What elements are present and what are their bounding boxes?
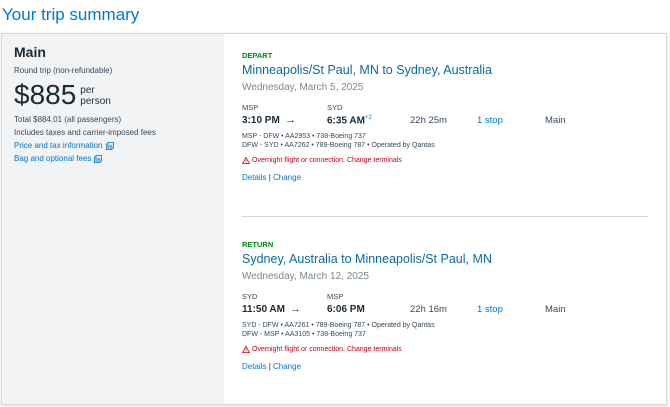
- price-per-person: $885: [14, 79, 77, 110]
- external-link-icon: [105, 141, 114, 150]
- page-title: Your trip summary: [2, 5, 140, 24]
- return-route: Sydney, Australia to Minneapolis/St Paul…: [242, 252, 492, 266]
- separator: |: [268, 362, 271, 371]
- depart-route: Minneapolis/St Paul, MN to Sydney, Austr…: [242, 63, 492, 77]
- segment-info: MSP - DFW • AA2953 • 738-Boeing 737: [242, 133, 366, 140]
- return-airports: SYD MSP: [242, 292, 648, 302]
- flight-actions: Details | Change: [242, 173, 648, 182]
- cabin-class: Main: [545, 115, 566, 126]
- depart-date: Wednesday, March 5, 2025: [242, 82, 364, 93]
- departure-time: 3:10 PM: [242, 115, 280, 126]
- details-link[interactable]: Details: [242, 362, 266, 371]
- warning-triangle-icon: [242, 346, 250, 353]
- depart-times: 3:10 PM → 6:35 AM+2 22h 25m 1 stop Main: [242, 114, 648, 131]
- origin-code: MSP: [242, 103, 259, 112]
- right-arrow-icon: →: [290, 303, 301, 315]
- return-flight: RETURN Sydney, Australia to Minneapolis/…: [242, 240, 648, 371]
- flight-actions: Details | Change: [242, 362, 648, 371]
- segment-info: DFW - MSP • AA3105 • 738-Boeing 737: [242, 331, 366, 338]
- fare-summary-panel: Main Round trip (non-refundable) $885 pe…: [2, 34, 224, 404]
- price-row: $885 per person: [14, 81, 212, 109]
- arrival-time-value: 6:35 AM: [327, 115, 365, 127]
- connection-warning: Overnight flight or connection. Change t…: [242, 346, 648, 353]
- segment-info: DFW - SYD • AA7262 • 789-Boeing 787 • Op…: [242, 142, 435, 149]
- arrival-time: 6:35 AM+2: [327, 115, 372, 126]
- destination-code: SYD: [327, 103, 343, 112]
- depart-airports: MSP SYD: [242, 103, 648, 113]
- bag-fees-link[interactable]: Bag and optional fees: [14, 154, 212, 163]
- price-tax-info-label: Price and tax information: [14, 141, 103, 150]
- details-link[interactable]: Details: [242, 173, 266, 182]
- flight-duration: 22h 25m: [410, 115, 447, 126]
- per-person-label: per person: [80, 85, 111, 107]
- cabin-class: Main: [545, 304, 566, 315]
- depart-label: DEPART: [242, 51, 273, 60]
- depart-flight: DEPART Minneapolis/St Paul, MN to Sydney…: [242, 51, 648, 182]
- right-arrow-icon: →: [285, 114, 296, 126]
- taxes-note: Includes taxes and carrier-imposed fees: [14, 128, 156, 137]
- warning-triangle-icon: [242, 157, 250, 164]
- origin-code: SYD: [242, 292, 258, 301]
- return-date: Wednesday, March 12, 2025: [242, 271, 369, 282]
- divider: [242, 216, 648, 217]
- arrival-time: 6:06 PM: [327, 304, 365, 315]
- stops-link[interactable]: 1 stop: [477, 115, 503, 126]
- total-price: Total $884.01 (all passengers): [14, 115, 122, 124]
- connection-warning: Overnight flight or connection. Change t…: [242, 157, 648, 164]
- bag-fees-label: Bag and optional fees: [14, 154, 92, 163]
- price-tax-info-link[interactable]: Price and tax information: [14, 141, 212, 150]
- change-link[interactable]: Change: [273, 173, 301, 182]
- change-link[interactable]: Change: [273, 362, 301, 371]
- external-link-icon: [94, 154, 103, 163]
- fare-name: Main: [14, 44, 46, 60]
- day-offset: +2: [364, 115, 372, 121]
- return-label: RETURN: [242, 240, 274, 249]
- warning-text: Overnight flight or connection. Change t…: [252, 346, 402, 353]
- trip-summary-card: Main Round trip (non-refundable) $885 pe…: [1, 33, 667, 405]
- trip-type: Round trip (non-refundable): [14, 66, 113, 75]
- segment-info: SYD - DFW • AA7261 • 789-Boeing 787 • Op…: [242, 322, 435, 329]
- destination-code: MSP: [327, 292, 344, 301]
- return-times: 11:50 AM → 6:06 PM 22h 16m 1 stop Main: [242, 303, 648, 320]
- warning-text: Overnight flight or connection. Change t…: [252, 157, 402, 164]
- separator: |: [268, 173, 271, 182]
- flight-duration: 22h 16m: [410, 304, 447, 315]
- departure-time: 11:50 AM: [242, 304, 285, 315]
- stops-link[interactable]: 1 stop: [477, 304, 503, 315]
